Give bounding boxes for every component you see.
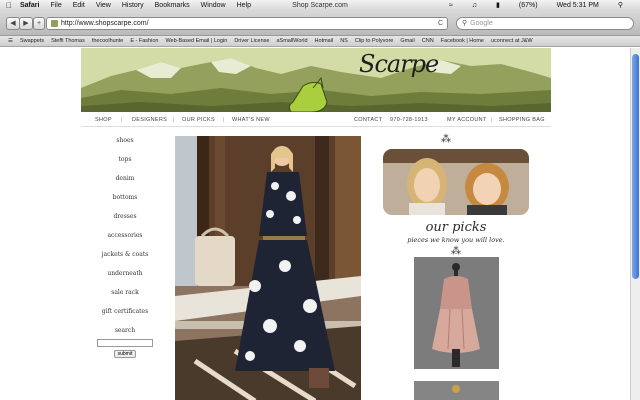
nav-separator: | [121, 117, 123, 123]
hero-illustration [175, 136, 361, 400]
site-search-input[interactable] [97, 339, 153, 347]
nav-designers[interactable]: DESIGNERS [132, 114, 167, 126]
browser-toolbar: ◀ ▶ + http://www.shopscarpe.com/ C ⚲ Goog… [0, 11, 640, 36]
scrollbar-thumb[interactable] [632, 54, 639, 279]
category-gift-certificates[interactable]: gift certificates [81, 307, 169, 326]
bookmark-item[interactable]: Driver License [234, 36, 269, 46]
bookmark-item[interactable]: aSmallWorld [276, 36, 307, 46]
menu-file[interactable]: File [50, 0, 61, 11]
category-shoes[interactable]: shoes [81, 136, 169, 155]
bookmarks-icon[interactable]: ☰ [8, 36, 13, 46]
bookmark-item[interactable]: Swappets [20, 36, 44, 46]
site-header: Scarpe [81, 48, 551, 112]
reload-icon[interactable]: C [438, 18, 443, 29]
battery-percent: (67%) [518, 2, 538, 9]
category-jackets-coats[interactable]: jackets & coats [81, 250, 169, 269]
menu-history[interactable]: History [122, 0, 144, 11]
product-image-second[interactable] [414, 381, 499, 400]
bookmark-item[interactable]: NS [340, 36, 348, 46]
category-dresses[interactable]: dresses [81, 212, 169, 231]
clock[interactable]: Wed 5:31 PM [557, 0, 599, 11]
category-accessories[interactable]: accessories [81, 231, 169, 250]
status-area: ≈ ♫ ▮ (67%) Wed 5:31 PM ⚲ [449, 0, 634, 11]
wifi-icon[interactable]: ≈ [449, 0, 453, 11]
nav-our-picks[interactable]: OUR PICKS [182, 114, 215, 126]
nav-separator: | [223, 117, 225, 123]
apple-icon[interactable]:  [6, 0, 12, 11]
favicon-icon [51, 20, 58, 27]
submit-button[interactable]: submit [114, 350, 136, 358]
site-nav: SHOP | DESIGNERS | OUR PICKS | WHAT'S NE… [81, 114, 551, 127]
bookmarks-bar: ☰ Swappets Steffi Thomas thecoolhunte E … [0, 36, 640, 47]
our-picks-photo[interactable] [383, 149, 529, 215]
address-bar[interactable]: http://www.shopscarpe.com/ C [46, 17, 448, 30]
volume-icon[interactable]: ♫ [472, 0, 477, 11]
search-icon: ⚲ [462, 20, 468, 27]
category-sidebar: shoes tops denim bottoms dresses accesso… [81, 136, 169, 358]
url-text: http://www.shopscarpe.com/ [61, 20, 149, 27]
search-field[interactable]: ⚲ Google [456, 17, 634, 30]
category-denim[interactable]: denim [81, 174, 169, 193]
bookmark-item[interactable]: thecoolhunte [92, 36, 124, 46]
category-bottoms[interactable]: bottoms [81, 193, 169, 212]
our-picks-tagline: pieces we know you will love. [407, 236, 505, 244]
contact-phone: 970-728-1913 [390, 117, 428, 123]
bookmark-item[interactable]: Gmail [400, 36, 414, 46]
nav-my-account[interactable]: MY ACCOUNT [447, 114, 487, 126]
category-tops[interactable]: tops [81, 155, 169, 174]
bookmark-item[interactable]: Steffi Thomas [51, 36, 85, 46]
product-image-top[interactable] [414, 257, 499, 369]
nav-separator: | [173, 117, 175, 123]
nav-shop[interactable]: SHOP [95, 114, 112, 126]
site-logo[interactable]: Scarpe [359, 50, 439, 78]
stylists-illustration [383, 149, 529, 215]
vertical-scrollbar[interactable] [630, 48, 640, 400]
hero-photo[interactable] [175, 136, 361, 400]
nav-shopping-bag[interactable]: SHOPPING BAG [499, 114, 545, 126]
menu-edit[interactable]: Edit [73, 0, 85, 11]
bookmark-item[interactable]: CNN [422, 36, 434, 46]
second-product-illustration [414, 381, 499, 400]
mac-menubar:  Safari File Edit View History Bookmark… [0, 0, 640, 11]
pink-top-illustration [414, 257, 499, 369]
bookmark-item[interactable]: E - Fashion [130, 36, 158, 46]
nav-whats-new[interactable]: WHAT'S NEW [232, 114, 270, 126]
menu-view[interactable]: View [96, 0, 111, 11]
battery-icon[interactable]: ▮ [496, 0, 500, 11]
add-bookmark-button[interactable]: + [33, 17, 45, 30]
search-label: search [114, 327, 136, 334]
menu-help[interactable]: Help [237, 0, 251, 11]
spotlight-icon[interactable]: ⚲ [618, 0, 623, 11]
brace-ornament: ⁂ [451, 246, 461, 257]
bookmark-item[interactable]: Clip to Polyvore [355, 36, 394, 46]
category-sale-rack[interactable]: sale rack [81, 288, 169, 307]
nav-separator: | [491, 117, 493, 123]
brace-ornament: ⁂ [441, 134, 451, 145]
menu-window[interactable]: Window [201, 0, 226, 11]
forward-button[interactable]: ▶ [19, 17, 33, 30]
nav-contact[interactable]: CONTACT [354, 114, 382, 126]
bookmark-item[interactable]: Hotmail [315, 36, 334, 46]
search-placeholder: Google [470, 20, 493, 27]
back-button[interactable]: ◀ [6, 17, 20, 30]
our-picks-heading[interactable]: our picks [383, 220, 529, 235]
mountain-banner [81, 48, 551, 112]
bookmark-item[interactable]: Facebook | Home [441, 36, 484, 46]
menu-bookmarks[interactable]: Bookmarks [155, 0, 190, 11]
web-page: Scarpe SHOP | DESIGNERS | OUR PICKS | WH… [0, 48, 631, 400]
bookmark-item[interactable]: Web-Based Email | Login [165, 36, 227, 46]
category-underneath[interactable]: underneath [81, 269, 169, 288]
menu-app-safari[interactable]: Safari [20, 0, 39, 11]
bookmark-item[interactable]: uconnect at J&W [491, 36, 533, 46]
